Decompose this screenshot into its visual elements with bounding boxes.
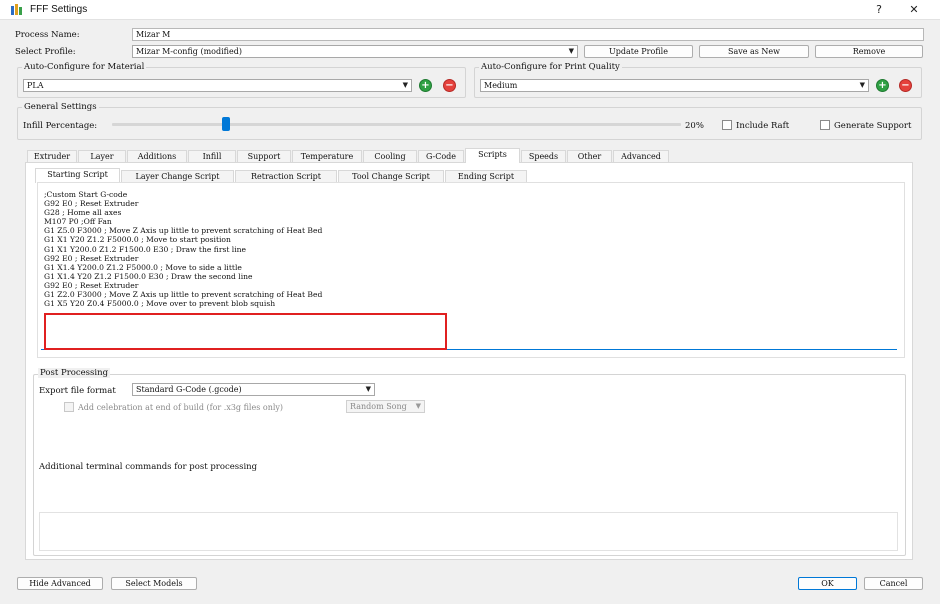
select-profile-label: Select Profile: xyxy=(15,47,76,57)
subtab-ending-script[interactable]: Ending Script xyxy=(445,170,527,182)
quality-select[interactable]: Medium ▼ xyxy=(480,79,869,92)
update-profile-button[interactable]: Update Profile xyxy=(584,45,693,58)
material-group-title: Auto-Configure for Material xyxy=(22,62,147,72)
script-line: ;Custom Start G-code xyxy=(44,190,128,199)
profile-select[interactable]: Mizar M-config (modified) ▼ xyxy=(132,45,578,58)
script-line: G92 E0 ; Reset Extruder xyxy=(44,253,139,263)
celebration-label: Add celebration at end of build (for .x3… xyxy=(78,403,284,412)
terminal-commands-label: Additional terminal commands for post pr… xyxy=(39,462,258,472)
generate-support-label: Generate Support xyxy=(834,121,912,131)
chevron-down-icon: ▼ xyxy=(402,81,408,89)
subtab-starting-script[interactable]: Starting Script xyxy=(35,168,120,183)
script-line: G1 X1.4 Y200.0 Z1.2 F5000.0 ; Move to si… xyxy=(44,262,242,272)
app-icon xyxy=(11,4,22,15)
add-material-icon[interactable]: + xyxy=(419,79,432,92)
material-select-value: PLA xyxy=(27,81,44,90)
chevron-down-icon: ▼ xyxy=(365,385,371,393)
chevron-down-icon: ▼ xyxy=(568,47,574,55)
script-line: G92 E0 ; Reset Extruder xyxy=(44,280,139,290)
tab-gcode[interactable]: G-Code xyxy=(418,150,464,162)
export-format-select[interactable]: Standard G-Code (.gcode) ▼ xyxy=(132,383,375,396)
subtab-tool-change-script[interactable]: Tool Change Script xyxy=(338,170,444,182)
subtab-retraction-script[interactable]: Retraction Script xyxy=(235,170,337,182)
script-line: G1 Z5.0 F3000 ; Move Z Axis up little to… xyxy=(44,226,323,236)
tab-support[interactable]: Support xyxy=(237,150,291,162)
remove-material-icon[interactable]: − xyxy=(443,79,456,92)
add-quality-icon[interactable]: + xyxy=(876,79,889,92)
tab-extruder[interactable]: Extruder xyxy=(27,150,77,162)
script-line: G1 X1 Y20 Z1.2 F5000.0 ; Move to start p… xyxy=(44,235,231,245)
tab-scripts[interactable]: Scripts xyxy=(465,148,520,163)
generate-support-checkbox[interactable] xyxy=(820,120,830,130)
script-line: G1 X1 Y200.0 Z1.2 F1500.0 E30 ; Draw the… xyxy=(44,244,247,254)
select-models-button[interactable]: Select Models xyxy=(111,577,197,590)
hide-advanced-button[interactable]: Hide Advanced xyxy=(17,577,103,590)
script-line: M107 P0 ;Off Fan xyxy=(44,217,112,227)
script-line: G28 ; Home all axes xyxy=(44,208,122,218)
quality-select-value: Medium xyxy=(484,81,518,90)
tab-layer[interactable]: Layer xyxy=(78,150,126,162)
subtab-layer-change-script[interactable]: Layer Change Script xyxy=(121,170,234,182)
save-as-new-button[interactable]: Save as New xyxy=(699,45,809,58)
ok-button[interactable]: OK xyxy=(798,577,857,590)
tab-advanced[interactable]: Advanced xyxy=(613,150,669,162)
infill-value: 20% xyxy=(685,121,704,131)
help-button[interactable]: ? xyxy=(868,2,890,18)
post-processing-title: Post Processing xyxy=(38,368,111,378)
close-button[interactable]: ✕ xyxy=(903,2,925,18)
celebration-checkbox[interactable] xyxy=(64,402,74,412)
tab-temperature[interactable]: Temperature xyxy=(292,150,362,162)
include-raft-checkbox[interactable] xyxy=(722,120,732,130)
tab-speeds[interactable]: Speeds xyxy=(521,150,566,162)
song-select-value: Random Song xyxy=(350,402,407,411)
quality-group-title: Auto-Configure for Print Quality xyxy=(479,62,622,72)
material-select[interactable]: PLA ▼ xyxy=(23,79,412,92)
export-format-label: Export file format xyxy=(39,386,116,396)
tab-cooling[interactable]: Cooling xyxy=(363,150,417,162)
script-line: G1 X5 Y20 Z0.4 F5000.0 ; Move over to pr… xyxy=(44,299,276,309)
general-settings-title: General Settings xyxy=(22,102,99,112)
script-line: G1 Z2.0 F3000 ; Move Z Axis up little to… xyxy=(44,290,323,300)
remove-quality-icon[interactable]: − xyxy=(899,79,912,92)
infill-slider-track[interactable] xyxy=(112,123,681,126)
script-line: G92 E0 ; Reset Extruder xyxy=(44,199,139,209)
include-raft-label: Include Raft xyxy=(736,121,790,131)
tab-additions[interactable]: Additions xyxy=(127,150,187,162)
tab-infill[interactable]: Infill xyxy=(188,150,236,162)
export-format-value: Standard G-Code (.gcode) xyxy=(136,385,242,394)
chevron-down-icon: ▼ xyxy=(859,81,865,89)
process-name-label: Process Name: xyxy=(15,30,80,40)
title-bar: FFF Settings ? ✕ xyxy=(0,0,940,20)
process-name-input[interactable]: Mizar M xyxy=(132,28,924,41)
song-select[interactable]: Random Song ▼ xyxy=(346,400,425,413)
infill-percentage-label: Infill Percentage: xyxy=(23,121,98,131)
profile-select-value: Mizar M-config (modified) xyxy=(136,47,242,56)
script-line: G1 X1.4 Y20 Z1.2 F1500.0 E30 ; Draw the … xyxy=(44,271,253,281)
chevron-down-icon: ▼ xyxy=(415,402,421,410)
tab-other[interactable]: Other xyxy=(567,150,612,162)
remove-profile-button[interactable]: Remove xyxy=(815,45,923,58)
terminal-commands-input[interactable] xyxy=(39,512,898,551)
window-title: FFF Settings xyxy=(30,4,88,15)
cancel-button[interactable]: Cancel xyxy=(864,577,923,590)
highlight-box xyxy=(44,313,447,350)
infill-slider-thumb[interactable] xyxy=(221,117,230,131)
